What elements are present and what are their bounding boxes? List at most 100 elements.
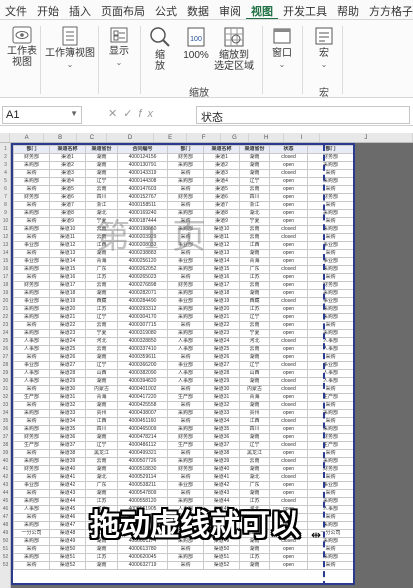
table-cell[interactable]: 渠道43	[49, 489, 86, 498]
table-cell[interactable]: 青海	[239, 257, 270, 266]
table-cell[interactable]: 渠道17	[203, 281, 240, 290]
row-number[interactable]: 50	[0, 537, 11, 545]
table-cell[interactable]: open	[269, 489, 308, 498]
table-cell[interactable]: 贵州	[85, 409, 118, 418]
table-cell[interactable]: 山西	[85, 369, 118, 378]
table-cell[interactable]: 辽宁	[239, 441, 270, 450]
table-cell[interactable]: 采购部	[307, 329, 353, 338]
table-cell[interactable]: 采购	[13, 169, 50, 178]
ribbon-tab[interactable]: 文件	[0, 0, 32, 19]
table-cell[interactable]: 渠道12	[203, 241, 240, 250]
row-number[interactable]: 42	[0, 473, 11, 481]
table-cell[interactable]: 采购部	[307, 305, 353, 314]
header-cell[interactable]: 合同编号	[117, 145, 168, 154]
table-cell[interactable]: 河北	[239, 337, 270, 346]
workbook-views-button[interactable]: 工作簿视图 ⌄	[44, 26, 96, 70]
table-cell[interactable]: 江苏	[239, 305, 270, 314]
table-cell[interactable]: 湖南	[85, 545, 118, 554]
table-cell[interactable]: 采购	[167, 489, 204, 498]
table-cell[interactable]: 采购部	[307, 265, 353, 274]
row-number[interactable]: 47	[0, 513, 11, 521]
row-number[interactable]: 38	[0, 441, 11, 449]
table-cell[interactable]: 采购部	[307, 313, 353, 322]
table-cell[interactable]: 采购	[167, 321, 204, 330]
table-cell[interactable]: 财务部	[13, 433, 50, 442]
table-cell[interactable]: 渠道22	[49, 321, 86, 330]
row-number[interactable]: 9	[0, 209, 11, 217]
table-cell[interactable]: 渠道10	[49, 225, 86, 234]
table-cell[interactable]: 4000307715	[117, 321, 168, 330]
table-cell[interactable]: 采购	[13, 201, 50, 210]
table-cell[interactable]: 人事部	[307, 337, 353, 346]
table-cell[interactable]: 渠道10	[203, 225, 240, 234]
table-cell[interactable]: 事业部	[167, 297, 204, 306]
table-cell[interactable]: 事业部	[13, 297, 50, 306]
table-cell[interactable]: 采购部	[167, 457, 204, 466]
row-number[interactable]: 19	[0, 289, 11, 297]
table-cell[interactable]: 4000382090	[117, 369, 168, 378]
table-cell[interactable]: 财务部	[307, 433, 353, 442]
table-cell[interactable]: 采购	[307, 449, 353, 458]
row-number[interactable]: 12	[0, 233, 11, 241]
table-cell[interactable]: 湖南	[239, 561, 270, 570]
table-cell[interactable]: 辽宁	[239, 177, 270, 186]
table-cell[interactable]: 采购	[13, 489, 50, 498]
table-cell[interactable]: 采购	[307, 185, 353, 194]
table-cell[interactable]: 湖南	[239, 401, 270, 410]
table-cell[interactable]: 4000518830	[117, 465, 168, 474]
table-cell[interactable]: 采购	[13, 217, 50, 226]
table-cell[interactable]: 4000152767	[117, 193, 168, 202]
ribbon-tab[interactable]: 方方格子	[364, 0, 413, 19]
table-cell[interactable]: 人事部	[167, 377, 204, 386]
table-cell[interactable]: 4000620045	[117, 553, 168, 562]
table-cell[interactable]: 采购部	[13, 537, 50, 546]
row-number[interactable]: 30	[0, 377, 11, 385]
row-number[interactable]: 51	[0, 545, 11, 553]
show-button[interactable]: 显示 ⌄	[104, 26, 134, 68]
table-cell[interactable]: 财务部	[307, 281, 353, 290]
header-cell[interactable]: 部门	[167, 145, 204, 154]
row-number[interactable]: 52	[0, 553, 11, 561]
table-cell[interactable]: 采购	[307, 385, 353, 394]
table-cell[interactable]: 四川	[239, 193, 270, 202]
table-cell[interactable]: 采购部	[13, 305, 50, 314]
table-cell[interactable]: 采购部	[13, 177, 50, 186]
table-cell[interactable]: 渠道45	[49, 505, 86, 514]
table-cell[interactable]: 采购部	[13, 161, 50, 170]
row-number[interactable]: 23	[0, 321, 11, 329]
table-cell[interactable]: open	[269, 345, 308, 354]
table-cell[interactable]: open	[269, 209, 308, 218]
table-cell[interactable]: 4000507726	[117, 457, 168, 466]
ribbon-tab[interactable]: 插入	[64, 0, 96, 19]
table-cell[interactable]: 渠道3	[203, 169, 240, 178]
row-number[interactable]: 33	[0, 401, 11, 409]
table-cell[interactable]: 辽宁	[85, 313, 118, 322]
table-cell[interactable]: 采购	[307, 489, 353, 498]
table-cell[interactable]: 渠道12	[49, 241, 86, 250]
table-cell[interactable]: 事业部	[307, 361, 353, 370]
table-cell[interactable]: open	[269, 193, 308, 202]
table-cell[interactable]: 人事部	[307, 377, 353, 386]
table-cell[interactable]: 采购	[13, 401, 50, 410]
table-cell[interactable]: 采购部	[167, 289, 204, 298]
table-cell[interactable]: closed	[269, 169, 308, 178]
row-number[interactable]: 24	[0, 329, 11, 337]
table-cell[interactable]: 渠道7	[49, 201, 86, 210]
table-cell[interactable]: 人事部	[13, 505, 50, 514]
table-cell[interactable]: open	[269, 241, 308, 250]
ribbon-tab[interactable]: 数据	[182, 0, 214, 19]
table-cell[interactable]: 采购部	[307, 209, 353, 218]
table-cell[interactable]: 4000124156	[117, 153, 168, 162]
table-cell[interactable]: 财务部	[167, 465, 204, 474]
table-cell[interactable]: 财务部	[307, 153, 353, 162]
table-cell[interactable]: 采购部	[13, 425, 50, 434]
table-cell[interactable]: 云南	[85, 321, 118, 330]
table-cell[interactable]: open	[269, 185, 308, 194]
table-cell[interactable]: 生产部	[167, 441, 204, 450]
table-cell[interactable]: 采购	[307, 473, 353, 482]
table-cell[interactable]: 事业部	[307, 257, 353, 266]
table-cell[interactable]: 采购部	[13, 521, 50, 530]
table-cell[interactable]: 采购部	[167, 177, 204, 186]
cancel-icon[interactable]: ✕	[108, 108, 123, 120]
table-cell[interactable]: 渠道42	[49, 481, 86, 490]
